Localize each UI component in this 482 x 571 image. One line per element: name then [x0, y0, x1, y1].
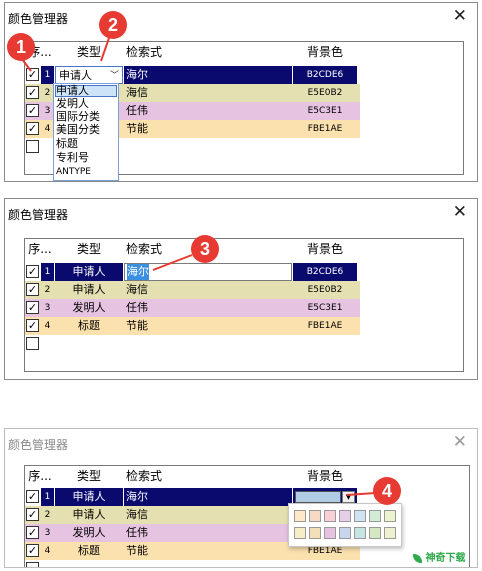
dialog-panel-1: 颜色管理器 ✕ 序... 类型 检索式 背景色 ✓ 1 申请人 ﹀ 海尔 B2C… — [4, 2, 478, 182]
pointer-arrow — [21, 37, 110, 72]
dialog-panel-3: 颜色管理器 ✕ 序... 类型 检索式 背景色 ✓ 1 申请人 海尔 ▼ ✓ 2… — [4, 428, 478, 568]
watermark-text: 神奇下载 — [425, 553, 466, 564]
leaf-icon — [413, 553, 422, 563]
pointer-arrow — [152, 254, 193, 271]
dialog-panel-2: 颜色管理器 ✕ 序... 类型 检索式 背景色 ✓ 1 申请人 海尔 B2CDE… — [4, 198, 478, 380]
watermark-logo: 神奇下载 — [413, 549, 465, 564]
pointer-arrow — [346, 492, 376, 496]
